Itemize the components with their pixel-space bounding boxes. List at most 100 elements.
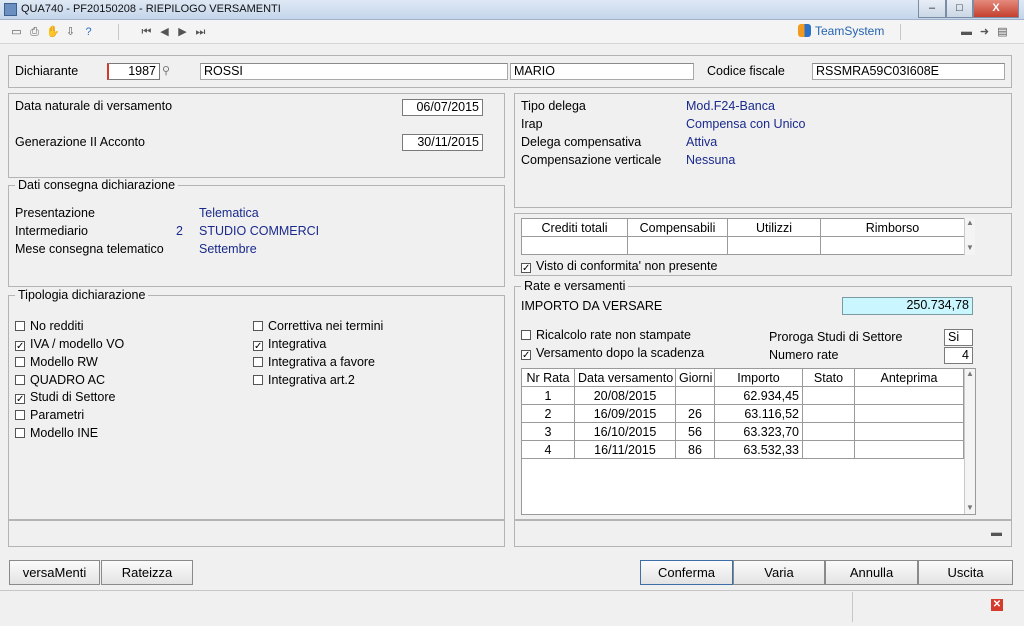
column-header[interactable]: Compensabili — [627, 218, 728, 237]
lookup-icon[interactable]: ⚲ — [162, 64, 170, 77]
integrativa-favore-checkbox[interactable]: Integrativa a favore — [253, 355, 375, 369]
iva-modello-vo-checkbox[interactable]: ✓ IVA / modello VO — [15, 337, 124, 352]
anteprima-cell — [854, 422, 964, 441]
table-row[interactable]: 2 16/09/2015 26 63.116,52 — [521, 404, 964, 423]
codice-fiscale-field[interactable]: RSSMRA59C03I608E — [812, 63, 1005, 80]
prev-icon[interactable]: ◀ — [158, 26, 171, 38]
checkbox-icon[interactable] — [253, 357, 263, 367]
crediti-scrollbar[interactable]: ▲ ▼ — [964, 218, 975, 255]
column-header[interactable]: Stato — [802, 368, 855, 387]
table-row[interactable] — [521, 236, 965, 255]
column-header[interactable]: Importo — [714, 368, 803, 387]
rate-table-scrollbar[interactable]: ▲ ▼ — [964, 369, 975, 514]
maximize-button[interactable]: □ — [946, 0, 973, 18]
attach-icon[interactable]: ✋ — [46, 26, 60, 38]
studi-settore-checkbox[interactable]: ✓ Studi di Settore — [15, 390, 115, 405]
column-header[interactable]: Data versamento — [574, 368, 676, 387]
parametri-checkbox[interactable]: Parametri — [15, 408, 84, 422]
visto-conformita-checkbox[interactable]: ✓ Visto di conformita' non presente — [521, 259, 717, 274]
modello-rw-checkbox[interactable]: Modello RW — [15, 355, 98, 369]
cognome-field[interactable]: ROSSI — [200, 63, 508, 80]
data-versamento-cell: 16/11/2015 — [574, 440, 676, 459]
generazione-acconto-field[interactable]: 30/11/2015 — [402, 134, 483, 151]
nr-rata-cell: 4 — [521, 440, 575, 459]
scroll-down-icon[interactable]: ▼ — [965, 243, 975, 253]
scroll-down-icon[interactable]: ▼ — [965, 503, 975, 513]
window-icon[interactable]: ▭ — [10, 26, 23, 38]
crediti-header-row: Crediti totali Compensabili Utilizzi Rim… — [521, 218, 965, 237]
close-window-button[interactable]: X — [973, 0, 1019, 18]
checkbox-icon[interactable] — [253, 375, 263, 385]
dichiarante-code-field[interactable]: 1987 — [107, 63, 160, 80]
varia-button[interactable]: Varia — [733, 560, 825, 585]
uscita-button[interactable]: Uscita — [918, 560, 1013, 585]
dichiarante-label: Dichiarante — [15, 64, 79, 78]
column-header[interactable]: Utilizzi — [727, 218, 821, 237]
document-icon[interactable]: ▤ — [996, 26, 1009, 38]
proroga-field[interactable]: Si — [944, 329, 973, 346]
irap-label: Irap — [521, 117, 543, 131]
ricalcolo-rate-checkbox[interactable]: Ricalcolo rate non stampate — [521, 328, 691, 342]
no-redditi-checkbox[interactable]: No redditi — [15, 319, 84, 333]
notes-icon[interactable]: ▬ — [990, 527, 1003, 539]
checkbox-icon[interactable] — [15, 410, 25, 420]
checkbox-icon[interactable] — [15, 321, 25, 331]
irap-value: Compensa con Unico — [686, 117, 806, 131]
numero-rate-field[interactable]: 4 — [944, 347, 973, 364]
checkbox-icon[interactable]: ✓ — [521, 350, 531, 361]
checkbox-icon[interactable] — [253, 321, 263, 331]
nome-field[interactable]: MARIO — [510, 63, 694, 80]
modello-ine-checkbox[interactable]: Modello INE — [15, 426, 98, 440]
first-icon[interactable]: ⏮ — [140, 26, 153, 38]
integrativa-checkbox[interactable]: ✓ Integrativa — [253, 337, 326, 352]
error-icon[interactable]: ✕ — [991, 599, 1003, 611]
quadro-ac-checkbox[interactable]: QUADRO AC — [15, 373, 105, 387]
column-header[interactable]: Giorni — [675, 368, 715, 387]
notes-icon[interactable]: ▬ — [960, 26, 973, 38]
checkbox-label: Integrativa art.2 — [268, 373, 355, 387]
correttiva-termini-checkbox[interactable]: Correttiva nei termini — [253, 319, 383, 333]
giorni-cell: 56 — [675, 422, 715, 441]
versamento-dopo-scadenza-checkbox[interactable]: ✓ Versamento dopo la scadenza — [521, 346, 704, 361]
importo-cell: 63.323,70 — [714, 422, 803, 441]
checkbox-icon[interactable] — [521, 330, 531, 340]
forward-icon[interactable]: ➜ — [978, 26, 991, 38]
print-icon[interactable]: ⎙ — [28, 26, 41, 38]
giorni-cell: 86 — [675, 440, 715, 459]
column-header[interactable]: Nr Rata — [521, 368, 575, 387]
checkbox-label: No redditi — [30, 319, 84, 333]
table-cell[interactable] — [727, 236, 821, 255]
checkbox-icon[interactable]: ✓ — [15, 394, 25, 405]
next-icon[interactable]: ▶ — [176, 26, 189, 38]
column-header[interactable]: Crediti totali — [521, 218, 628, 237]
presentazione-label: Presentazione — [15, 206, 95, 220]
help-icon[interactable]: ? — [82, 26, 95, 38]
last-icon[interactable]: ⏭ — [194, 26, 207, 38]
table-row[interactable]: 1 20/08/2015 62.934,45 — [521, 386, 964, 405]
annulla-button[interactable]: Annulla — [825, 560, 918, 585]
importo-field[interactable]: 250.734,78 — [842, 297, 973, 315]
table-row[interactable]: 3 16/10/2015 56 63.323,70 — [521, 422, 964, 441]
checkbox-icon[interactable]: ✓ — [15, 341, 25, 352]
versamenti-button[interactable]: versaMenti — [9, 560, 100, 585]
checkbox-icon[interactable] — [15, 375, 25, 385]
data-naturale-field[interactable]: 06/07/2015 — [402, 99, 483, 116]
conferma-button[interactable]: Conferma — [640, 560, 733, 585]
checkbox-icon[interactable] — [15, 357, 25, 367]
crediti-table: Crediti totali Compensabili Utilizzi Rim… — [521, 218, 965, 255]
checkbox-icon[interactable]: ✓ — [521, 263, 531, 274]
table-cell[interactable] — [521, 236, 628, 255]
scroll-up-icon[interactable]: ▲ — [965, 369, 975, 379]
scroll-up-icon[interactable]: ▲ — [965, 218, 975, 228]
minimize-button[interactable]: – — [918, 0, 946, 18]
checkbox-icon[interactable]: ✓ — [253, 341, 263, 352]
checkbox-icon[interactable] — [15, 428, 25, 438]
rateizza-button[interactable]: Rateizza — [101, 560, 193, 585]
column-header[interactable]: Rimborso — [820, 218, 965, 237]
table-row[interactable]: 4 16/11/2015 86 63.532,33 — [521, 440, 964, 459]
export-icon[interactable]: ⇩ — [64, 26, 77, 38]
column-header[interactable]: Anteprima — [854, 368, 964, 387]
integrativa-art2-checkbox[interactable]: Integrativa art.2 — [253, 373, 355, 387]
table-cell[interactable] — [820, 236, 965, 255]
table-cell[interactable] — [627, 236, 728, 255]
